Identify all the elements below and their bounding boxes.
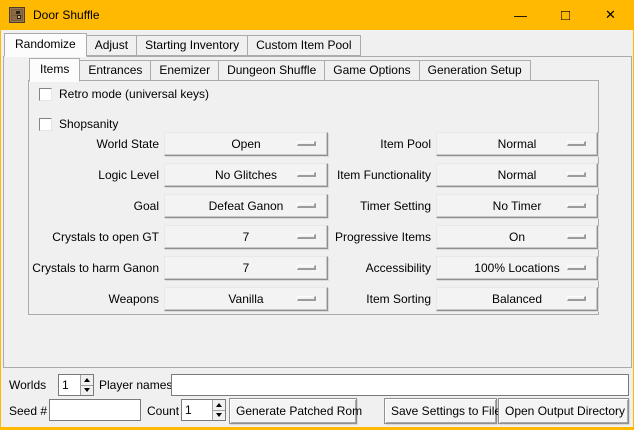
count-spinbox[interactable]: [181, 399, 226, 421]
dropdown-indicator-icon: [297, 296, 316, 301]
dropdown-indicator-icon: [567, 203, 586, 208]
weapons-label: Weapons: [31, 287, 159, 311]
worlds-spin-arrows[interactable]: [80, 375, 93, 395]
spin-up-icon[interactable]: [81, 375, 93, 386]
open-output-button[interactable]: Open Output Directory: [498, 398, 629, 424]
window-controls: — □ ✕: [498, 0, 633, 30]
dropdown-indicator-icon: [297, 265, 316, 270]
retro-mode-label: Retro mode (universal keys): [59, 87, 209, 101]
tab-starting-inventory[interactable]: Starting Inventory: [136, 35, 248, 56]
titlebar: Door Shuffle — □ ✕: [1, 0, 633, 30]
spin-down-icon[interactable]: [81, 386, 93, 396]
shopsanity-row: Shopsanity: [39, 117, 118, 131]
accessibility-value: 100% Locations: [474, 257, 559, 279]
count-input[interactable]: [182, 400, 212, 420]
world-state-dropdown[interactable]: Open: [164, 132, 328, 156]
worlds-spinbox[interactable]: [58, 374, 94, 396]
player-names-label: Player names: [99, 374, 172, 396]
tab-dungeon-shuffle[interactable]: Dungeon Shuffle: [218, 60, 325, 81]
tab-entrances[interactable]: Entrances: [79, 60, 151, 81]
tab-game-options[interactable]: Game Options: [324, 60, 419, 81]
item-functionality-label: Item Functionality: [331, 163, 431, 187]
tab-custom-item-pool[interactable]: Custom Item Pool: [247, 35, 360, 56]
maximize-button[interactable]: □: [543, 0, 588, 30]
spin-down-icon[interactable]: [213, 411, 225, 421]
minimize-button[interactable]: —: [498, 0, 543, 30]
retro-mode-row: Retro mode (universal keys): [39, 87, 209, 101]
item-sorting-dropdown[interactable]: Balanced: [436, 287, 598, 311]
item-pool-dropdown[interactable]: Normal: [436, 132, 598, 156]
accessibility-label: Accessibility: [331, 256, 431, 280]
seed-input[interactable]: [49, 399, 141, 421]
accessibility-dropdown[interactable]: 100% Locations: [436, 256, 598, 280]
item-functionality-dropdown[interactable]: Normal: [436, 163, 598, 187]
item-pool-value: Normal: [498, 133, 537, 155]
crystals-gt-value: 7: [243, 226, 250, 248]
worlds-input[interactable]: [59, 375, 80, 395]
crystals-ganon-label: Crystals to harm Ganon: [31, 256, 159, 280]
progressive-items-dropdown[interactable]: On: [436, 225, 598, 249]
goal-value: Defeat Ganon: [209, 195, 284, 217]
dropdown-indicator-icon: [567, 172, 586, 177]
main-tab-bar: Randomize Adjust Starting Inventory Cust…: [4, 33, 360, 56]
logic-level-label: Logic Level: [31, 163, 159, 187]
goal-dropdown[interactable]: Defeat Ganon: [164, 194, 328, 218]
dropdown-indicator-icon: [567, 265, 586, 270]
player-names-input[interactable]: [171, 374, 629, 396]
spin-up-icon[interactable]: [213, 400, 225, 411]
count-spin-arrows[interactable]: [212, 400, 225, 420]
progressive-items-value: On: [509, 226, 525, 248]
dropdown-indicator-icon: [567, 234, 586, 239]
seed-label: Seed #: [9, 400, 47, 422]
weapons-dropdown[interactable]: Vanilla: [164, 287, 328, 311]
tab-randomize[interactable]: Randomize: [4, 33, 87, 57]
weapons-value: Vanilla: [228, 288, 263, 310]
tab-enemizer[interactable]: Enemizer: [150, 60, 219, 81]
close-button[interactable]: ✕: [588, 0, 633, 30]
sub-tab-bar: Items Entrances Enemizer Dungeon Shuffle…: [29, 58, 530, 81]
dropdown-indicator-icon: [297, 141, 316, 146]
timer-setting-dropdown[interactable]: No Timer: [436, 194, 598, 218]
shopsanity-checkbox[interactable]: [39, 118, 52, 131]
timer-setting-label: Timer Setting: [331, 194, 431, 218]
window-title: Door Shuffle: [33, 8, 100, 22]
progressive-items-label: Progressive Items: [331, 225, 431, 249]
retro-mode-checkbox[interactable]: [39, 88, 52, 101]
item-sorting-value: Balanced: [492, 288, 542, 310]
dropdown-indicator-icon: [297, 203, 316, 208]
save-settings-button[interactable]: Save Settings to File: [384, 398, 497, 424]
generate-rom-button[interactable]: Generate Patched Rom: [229, 398, 357, 424]
timer-setting-value: No Timer: [493, 195, 542, 217]
count-label: Count: [147, 400, 179, 422]
logic-level-value: No Glitches: [215, 164, 277, 186]
crystals-gt-dropdown[interactable]: 7: [164, 225, 328, 249]
dropdown-indicator-icon: [567, 296, 586, 301]
item-pool-label: Item Pool: [331, 132, 431, 156]
logic-level-dropdown[interactable]: No Glitches: [164, 163, 328, 187]
door-icon: [9, 7, 25, 23]
crystals-gt-label: Crystals to open GT: [31, 225, 159, 249]
tab-generation-setup[interactable]: Generation Setup: [419, 60, 531, 81]
tab-adjust[interactable]: Adjust: [86, 35, 137, 56]
shopsanity-label: Shopsanity: [59, 117, 118, 131]
dropdown-indicator-icon: [297, 234, 316, 239]
world-state-value: Open: [231, 133, 260, 155]
crystals-ganon-dropdown[interactable]: 7: [164, 256, 328, 280]
crystals-ganon-value: 7: [243, 257, 250, 279]
worlds-label: Worlds: [9, 374, 46, 396]
goal-label: Goal: [31, 194, 159, 218]
dropdown-indicator-icon: [297, 172, 316, 177]
item-sorting-label: Item Sorting: [331, 287, 431, 311]
world-state-label: World State: [31, 132, 159, 156]
dropdown-indicator-icon: [567, 141, 586, 146]
item-functionality-value: Normal: [498, 164, 537, 186]
app-window: Door Shuffle — □ ✕ Randomize Adjust Star…: [0, 0, 634, 430]
tab-items[interactable]: Items: [29, 58, 80, 82]
